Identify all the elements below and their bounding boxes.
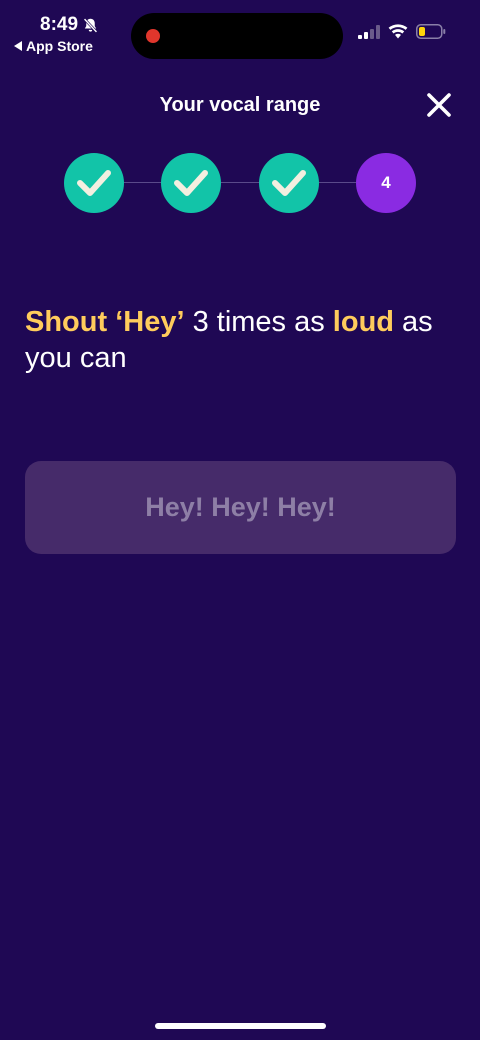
instruction-highlight-shout: Shout ‘Hey’ — [25, 306, 185, 338]
stepper-connector-line — [94, 182, 386, 183]
bell-slash-icon — [83, 17, 98, 33]
step-4-current: 4 — [356, 153, 416, 213]
phrase-card: Hey! Hey! Hey! — [25, 461, 456, 554]
back-to-app-store[interactable]: App Store — [14, 38, 93, 54]
recording-indicator-icon — [146, 29, 160, 43]
step-2-completed — [161, 153, 221, 213]
dynamic-island — [131, 13, 343, 59]
home-indicator[interactable] — [155, 1023, 326, 1029]
status-indicators — [358, 24, 446, 39]
instruction-middle: 3 times as — [184, 306, 333, 338]
back-app-label: App Store — [26, 38, 93, 54]
status-time-text: 8:49 — [40, 14, 79, 35]
status-time: 8:49 — [40, 14, 99, 36]
step-3-completed — [259, 153, 319, 213]
page-title: Your vocal range — [159, 94, 321, 116]
battery-icon — [416, 24, 446, 39]
instruction-highlight-loud: loud — [332, 306, 394, 338]
check-icon — [174, 170, 208, 196]
progress-stepper: 4 — [64, 153, 416, 213]
phrase-text: Hey! Hey! Hey! — [145, 492, 336, 522]
close-button[interactable] — [426, 92, 452, 118]
close-icon — [427, 93, 451, 117]
wifi-icon — [388, 24, 408, 39]
back-arrow-icon — [14, 41, 22, 51]
cellular-signal-icon — [358, 24, 380, 39]
check-icon — [272, 170, 306, 196]
instruction-text: Shout ‘Hey’ 3 times as loud as you can — [25, 304, 465, 376]
check-icon — [77, 170, 111, 196]
step-1-completed — [64, 153, 124, 213]
